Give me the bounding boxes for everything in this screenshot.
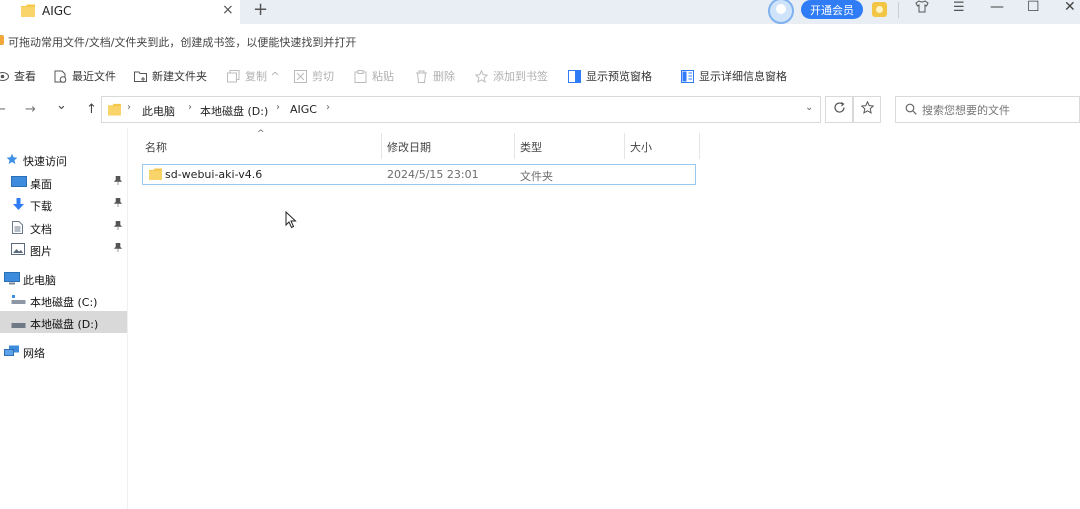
navigation-pane: 快速访问 桌面 下载 文档 图片 此电脑 本地磁盘 (C:) 本地磁盘 (D:)… bbox=[0, 128, 127, 509]
forward-icon[interactable]: → bbox=[25, 102, 36, 117]
preview-pane-button[interactable]: 显示预览窗格 bbox=[568, 68, 652, 84]
network-icon bbox=[4, 345, 20, 360]
tab-title: AIGC bbox=[42, 4, 72, 18]
eye-icon bbox=[0, 70, 9, 83]
star-icon bbox=[860, 100, 874, 118]
address-bar[interactable]: › 此电脑 › 本地磁盘 (D:) › AIGC › ⌄ bbox=[101, 96, 821, 123]
title-bar: AIGC × + 开通会员 ☰ — ☐ ✕ bbox=[0, 0, 1080, 24]
download-icon bbox=[12, 198, 25, 214]
preview-pane-icon bbox=[568, 69, 581, 83]
pane-divider[interactable] bbox=[127, 128, 128, 509]
bookmark-hint: 可拖动常用文件/文档/文件夹到此，创建成书签，以便能快速找到并打开 bbox=[8, 36, 357, 49]
column-header-size[interactable]: 大小 bbox=[625, 133, 700, 159]
folder-icon bbox=[149, 168, 162, 183]
recent-locations-icon[interactable]: ⌄ bbox=[56, 98, 67, 113]
drive-icon bbox=[11, 294, 26, 308]
cut-icon bbox=[294, 69, 307, 83]
toolbar: 查看 最近文件 新建文件夹 复制 ^ 剪切 粘贴 删除 添加到书签 显示预览窗格… bbox=[0, 58, 1080, 92]
bookmark-bar: 可拖动常用文件/文档/文件夹到此，创建成书签，以便能快速找到并打开 bbox=[0, 24, 1080, 58]
details-pane-button[interactable]: 显示详细信息窗格 bbox=[681, 68, 787, 84]
address-row: ← → ⌄ ↑ › 此电脑 › 本地磁盘 (D:) › AIGC › ⌄ bbox=[0, 92, 1080, 128]
sidebar-item-this-pc[interactable]: 此电脑 bbox=[0, 267, 127, 289]
table-row[interactable]: sd-webui-aki-v4.6 2024/5/15 23:01 文件夹 bbox=[142, 164, 696, 185]
tab-aigc[interactable]: AIGC × bbox=[0, 0, 240, 24]
chevron-down-icon[interactable]: ⌄ bbox=[805, 102, 813, 113]
vip-button[interactable]: 开通会员 bbox=[801, 0, 863, 19]
recent-files-button[interactable]: 最近文件 bbox=[54, 68, 116, 84]
avatar-icon[interactable] bbox=[768, 0, 794, 24]
star-icon bbox=[6, 153, 18, 168]
sidebar-item-drive-c[interactable]: 本地磁盘 (C:) bbox=[0, 289, 127, 311]
search-box[interactable] bbox=[895, 96, 1080, 123]
copy-button[interactable]: 复制 ^ bbox=[227, 68, 280, 84]
sidebar-item-network[interactable]: 网络 bbox=[0, 340, 127, 362]
cut-button[interactable]: 剪切 bbox=[294, 68, 334, 84]
add-bookmark-button[interactable]: 添加到书签 bbox=[474, 68, 548, 84]
sidebar-item-desktop[interactable]: 桌面 bbox=[0, 171, 127, 193]
shirt-icon[interactable] bbox=[915, 0, 929, 17]
window-close-icon[interactable]: ✕ bbox=[1064, 0, 1076, 15]
details-pane-icon bbox=[681, 69, 694, 83]
pin-icon bbox=[113, 220, 123, 233]
paste-button[interactable]: 粘贴 bbox=[354, 68, 394, 84]
bookmark-hint-icon bbox=[0, 35, 4, 45]
sidebar-item-documents[interactable]: 文档 bbox=[0, 216, 127, 238]
trash-icon bbox=[415, 70, 428, 83]
star-icon bbox=[474, 69, 489, 83]
folder-icon bbox=[108, 103, 121, 119]
maximize-icon[interactable]: ☐ bbox=[1027, 0, 1040, 15]
search-input[interactable] bbox=[922, 104, 1072, 117]
view-button[interactable]: 查看 bbox=[0, 68, 36, 84]
divider bbox=[898, 2, 899, 18]
column-header-type[interactable]: 类型 bbox=[515, 133, 625, 159]
sidebar-item-drive-d[interactable]: 本地磁盘 (D:) bbox=[0, 311, 127, 333]
sidebar-item-downloads[interactable]: 下载 bbox=[0, 193, 127, 215]
close-icon[interactable]: × bbox=[222, 2, 234, 18]
new-folder-button[interactable]: 新建文件夹 bbox=[134, 68, 207, 84]
minimize-icon[interactable]: — bbox=[990, 0, 1004, 15]
column-header-name[interactable]: 名称 bbox=[140, 133, 382, 159]
paste-icon bbox=[354, 69, 367, 83]
plus-icon[interactable]: + bbox=[253, 0, 268, 20]
up-icon[interactable]: ↑ bbox=[86, 102, 97, 117]
back-icon[interactable]: ← bbox=[0, 102, 6, 117]
pin-icon bbox=[113, 197, 123, 210]
drive-icon bbox=[11, 318, 26, 332]
file-name: sd-webui-aki-v4.6 bbox=[165, 168, 263, 181]
breadcrumb-aigc[interactable]: AIGC bbox=[290, 103, 317, 116]
bookmark-star-button[interactable] bbox=[853, 96, 881, 123]
desktop-icon bbox=[11, 176, 27, 191]
refresh-icon bbox=[833, 101, 846, 118]
pin-icon bbox=[113, 175, 123, 188]
refresh-button[interactable] bbox=[825, 96, 853, 123]
search-icon bbox=[905, 103, 917, 118]
pc-icon bbox=[4, 272, 20, 288]
sidebar-item-quick-access[interactable]: 快速访问 bbox=[0, 148, 127, 170]
recent-file-icon bbox=[54, 70, 67, 83]
picture-icon bbox=[11, 243, 25, 258]
column-header-modified[interactable]: 修改日期 bbox=[382, 133, 515, 159]
cursor-icon bbox=[285, 210, 297, 232]
breadcrumb-this-pc[interactable]: 此电脑 bbox=[142, 103, 175, 119]
new-folder-icon bbox=[134, 70, 147, 83]
folder-icon bbox=[21, 4, 35, 20]
sidebar-item-pictures[interactable]: 图片 bbox=[0, 238, 127, 260]
column-header-row: ^ 名称 修改日期 类型 大小 bbox=[140, 129, 700, 159]
document-icon bbox=[12, 221, 23, 237]
coin-icon[interactable] bbox=[872, 2, 887, 17]
pin-icon bbox=[113, 242, 123, 255]
file-type: 文件夹 bbox=[520, 170, 553, 183]
copy-icon bbox=[227, 69, 240, 83]
delete-button[interactable]: 删除 bbox=[415, 68, 455, 84]
breadcrumb-drive-d[interactable]: 本地磁盘 (D:) bbox=[200, 103, 268, 119]
menu-icon[interactable]: ☰ bbox=[953, 0, 965, 15]
file-modified: 2024/5/15 23:01 bbox=[387, 168, 479, 181]
